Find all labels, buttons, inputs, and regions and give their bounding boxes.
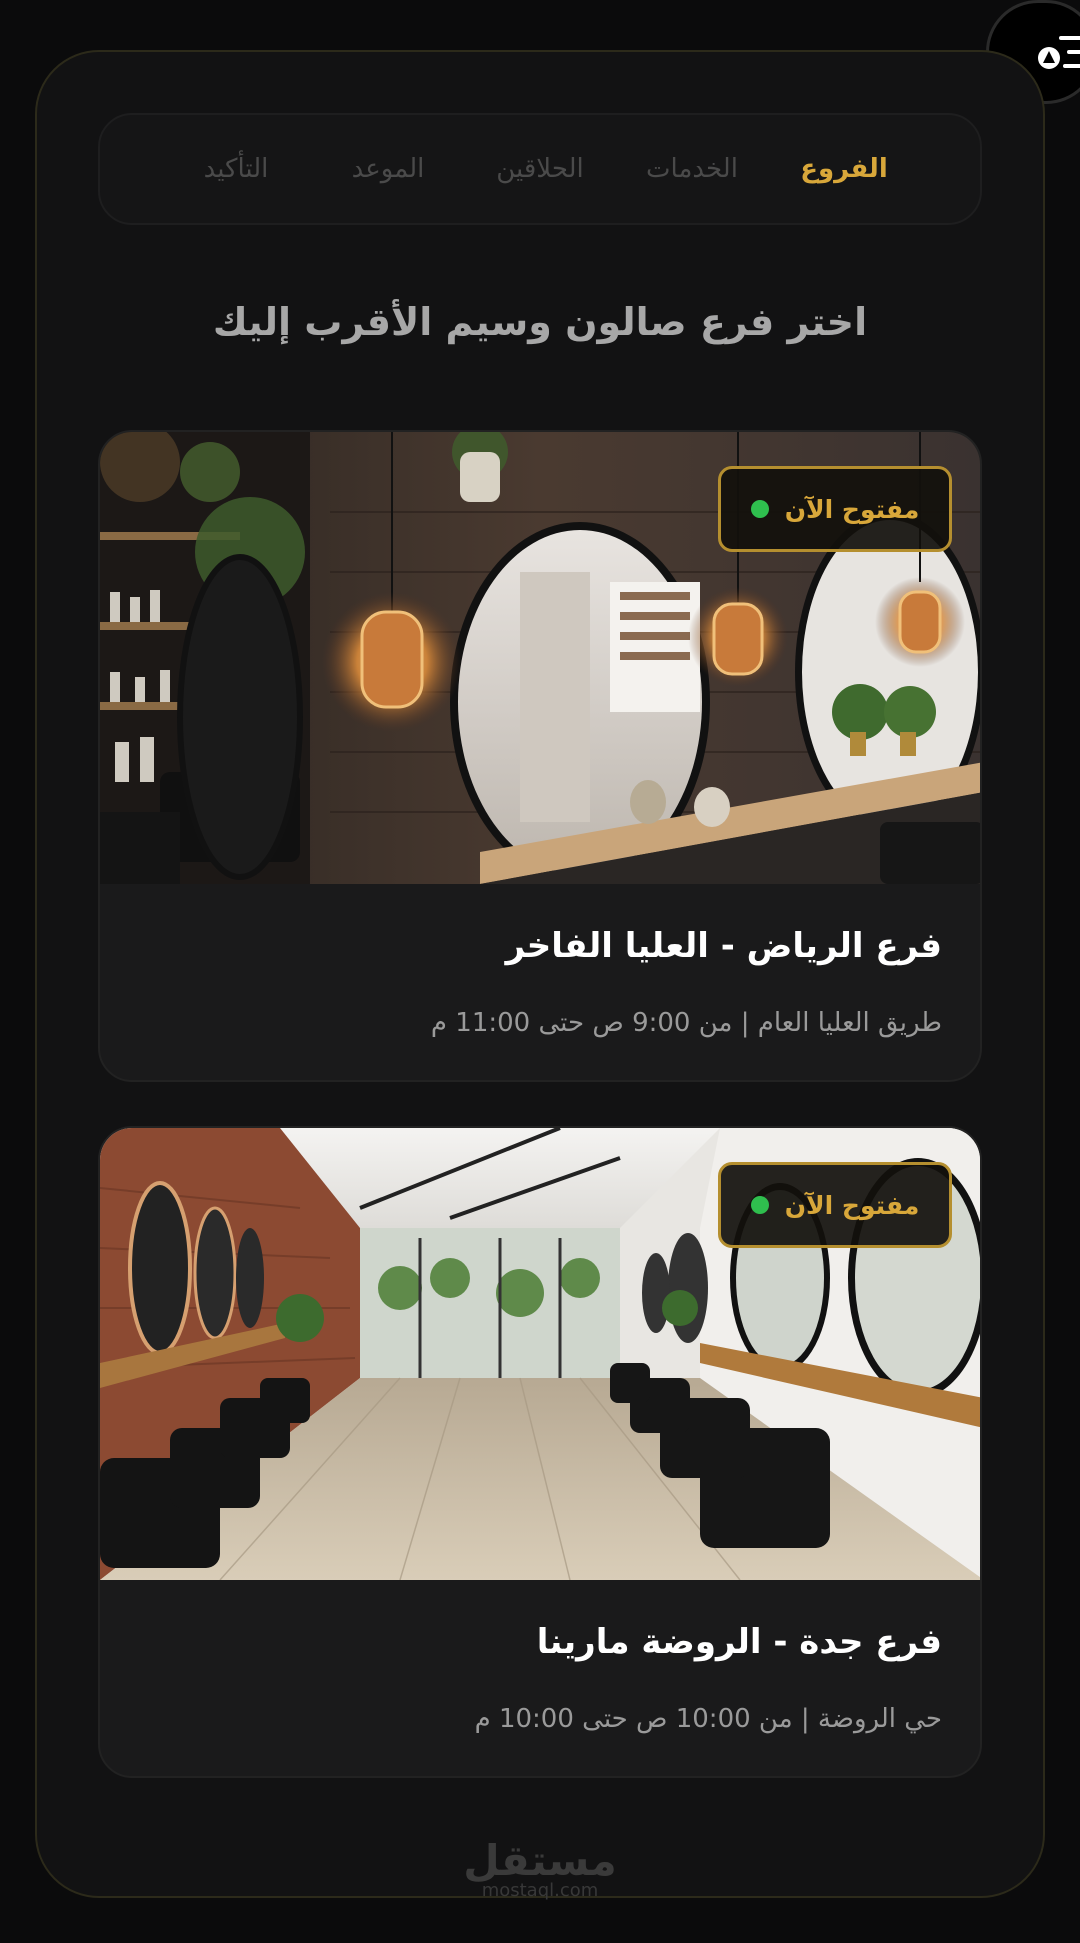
page-heading: اختر فرع صالون وسيم الأقرب إليك <box>212 300 868 344</box>
branch-name: فرع الرياض - العليا الفاخر <box>505 926 942 966</box>
menu-lines-icon <box>1038 36 1080 69</box>
step-appointment[interactable]: الموعد <box>313 154 463 184</box>
step-branches[interactable]: الفروع <box>769 154 919 184</box>
status-dot-icon <box>750 500 769 518</box>
branch-photo-riyadh: مفتوح الآن <box>100 432 980 884</box>
step-services[interactable]: الخدمات <box>617 154 767 184</box>
status-label: مفتوح الآن <box>784 1190 920 1220</box>
branch-card-riyadh[interactable]: مفتوح الآن فرع الرياض - العليا الفاخر طر… <box>98 430 982 1082</box>
status-badge: مفتوح الآن <box>718 1162 952 1248</box>
status-label: مفتوح الآن <box>784 494 920 524</box>
branch-photo-jeddah: مفتوح الآن <box>100 1128 980 1580</box>
branch-card-jeddah[interactable]: مفتوح الآن فرع جدة - الروضة مارينا حي ال… <box>98 1126 982 1778</box>
status-dot-icon <box>750 1196 769 1214</box>
booking-steps: الفروع الخدمات الحلاقين الموعد التأكيد <box>98 113 982 225</box>
watermark-arabic: مستقل <box>463 1836 617 1885</box>
branch-details: طريق العليا العام | من 9:00 ص حتى 11:00 … <box>430 1008 942 1038</box>
branch-details: حي الروضة | من 10:00 ص حتى 10:00 م <box>474 1704 942 1734</box>
status-badge: مفتوح الآن <box>718 466 952 552</box>
step-barbers[interactable]: الحلاقين <box>465 154 615 184</box>
branch-name: فرع جدة - الروضة مارينا <box>536 1622 942 1662</box>
step-confirmation[interactable]: التأكيد <box>161 154 311 184</box>
watermark-logo: مستقل mostaql.com <box>440 1840 640 1900</box>
